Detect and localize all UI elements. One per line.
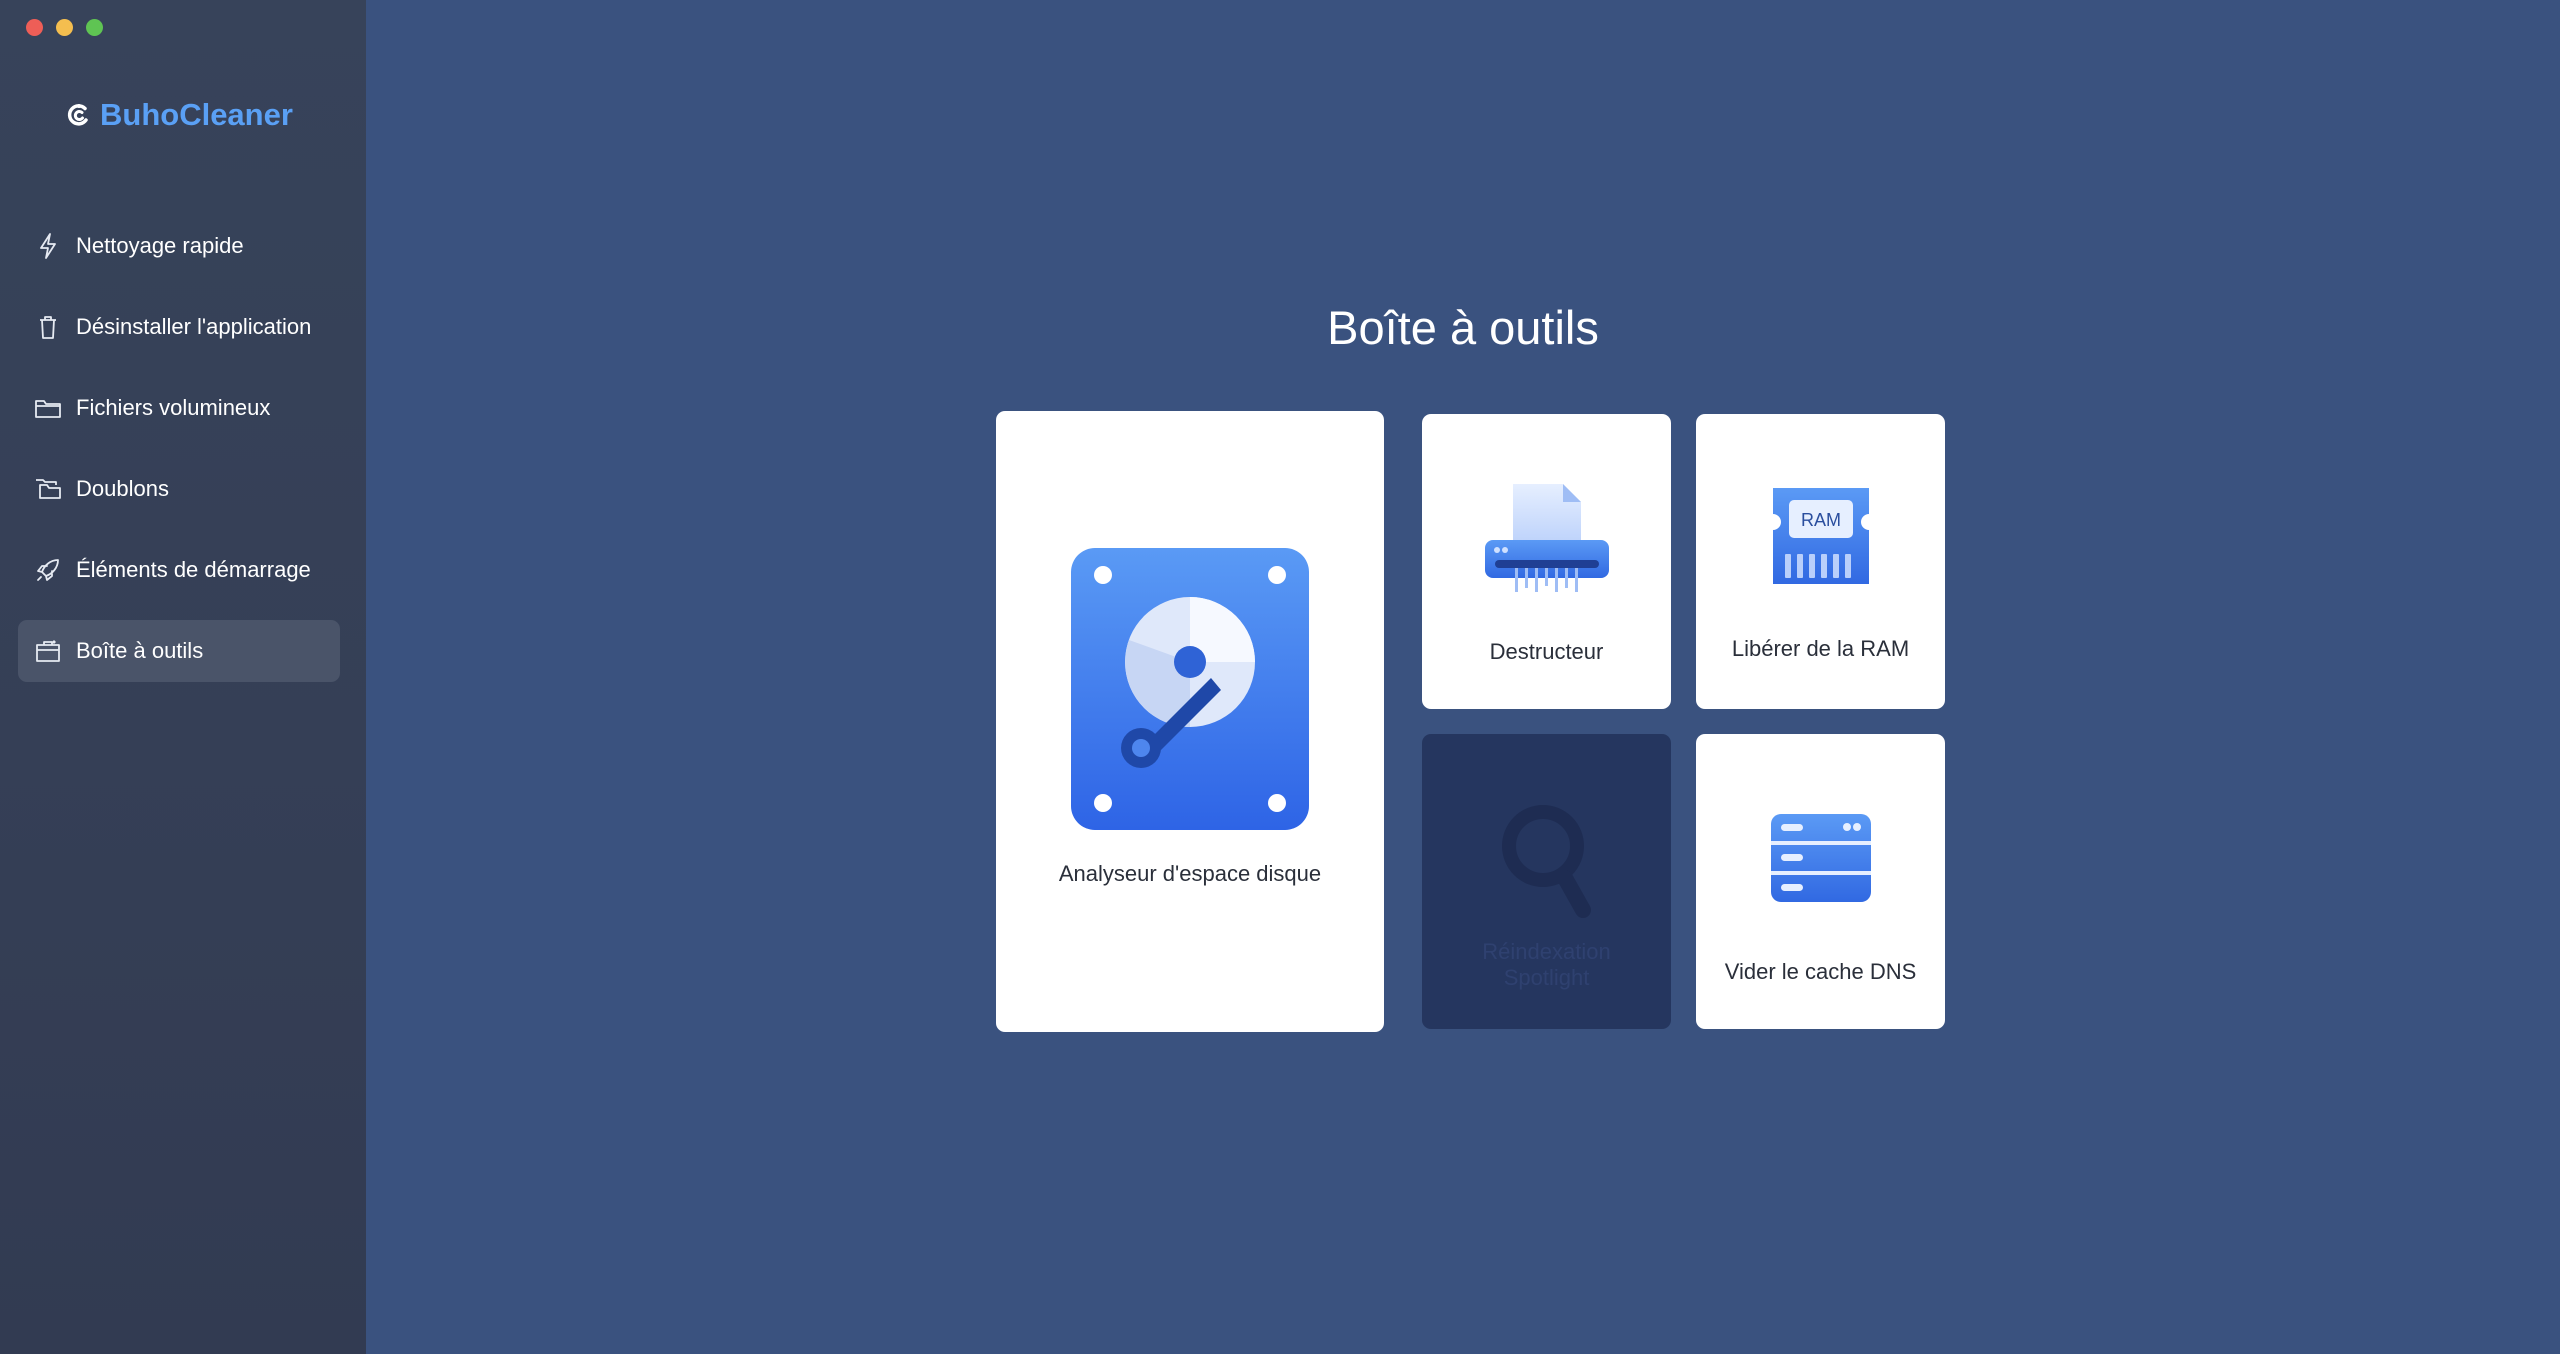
tool-card-disk-analyzer[interactable]: Analyseur d'espace disque — [996, 411, 1384, 1032]
main-content: Boîte à outils Analyseur d'espace disque… — [366, 0, 2560, 1354]
sidebar-item-quick-clean[interactable]: Nettoyage rapide — [18, 215, 340, 277]
shredder-icon — [1484, 484, 1609, 599]
sidebar-item-uninstall[interactable]: Désinstaller l'application — [18, 296, 340, 358]
svg-text:RAM: RAM — [1801, 510, 1841, 530]
sidebar-item-startup[interactable]: Éléments de démarrage — [18, 539, 340, 601]
toolbox-icon — [34, 637, 62, 665]
minimize-window-button[interactable] — [56, 19, 73, 36]
tool-card-label: Réindexation Spotlight — [1482, 939, 1611, 990]
tool-card-label: Libérer de la RAM — [1731, 636, 1910, 661]
sidebar-item-large-files[interactable]: Fichiers volumineux — [18, 377, 340, 439]
tool-card-label: Analyseur d'espace disque — [1058, 861, 1322, 886]
sidebar-item-label: Doublons — [76, 476, 169, 501]
folder-icon — [34, 394, 62, 422]
sidebar-nav: Nettoyage rapide Désinstaller l'applicat… — [18, 215, 340, 701]
trash-icon — [34, 313, 62, 341]
lightning-icon — [34, 232, 62, 260]
page-title: Boîte à outils — [1327, 301, 1599, 354]
buho-logo-icon — [67, 104, 88, 126]
app-logo: BuhoCleaner — [64, 95, 293, 135]
tool-card-shredder[interactable]: Destructeur — [1422, 414, 1671, 709]
dns-server-icon — [1770, 814, 1871, 907]
sidebar-item-label: Boîte à outils — [76, 638, 204, 663]
tool-card-free-ram[interactable]: RAM Libérer de la RAM — [1696, 414, 1945, 709]
sidebar-item-toolbox[interactable]: Boîte à outils — [18, 620, 340, 682]
disk-analyzer-icon — [1071, 548, 1309, 835]
ram-icon: RAM — [1765, 488, 1877, 597]
rocket-icon — [34, 556, 62, 584]
sidebar: BuhoCleaner Nettoyage rapide Désinstalle… — [0, 0, 366, 1354]
tool-card-spotlight-reindex[interactable]: Réindexation Spotlight — [1422, 734, 1671, 1029]
sidebar-item-label: Fichiers volumineux — [76, 395, 271, 420]
tool-card-flush-dns[interactable]: Vider le cache DNS — [1696, 734, 1945, 1029]
tool-card-label: Destructeur — [1489, 639, 1604, 664]
sidebar-item-label: Éléments de démarrage — [76, 557, 311, 582]
sidebar-item-duplicates[interactable]: Doublons — [18, 458, 340, 520]
duplicate-folder-icon — [34, 475, 62, 503]
magnifier-icon — [1499, 800, 1595, 923]
sidebar-item-label: Désinstaller l'application — [76, 314, 312, 339]
window-controls — [26, 19, 103, 36]
tool-card-label: Vider le cache DNS — [1724, 959, 1917, 984]
app-name: BuhoCleaner — [100, 97, 293, 132]
sidebar-item-label: Nettoyage rapide — [76, 233, 244, 258]
close-window-button[interactable] — [26, 19, 43, 36]
zoom-window-button[interactable] — [86, 19, 103, 36]
